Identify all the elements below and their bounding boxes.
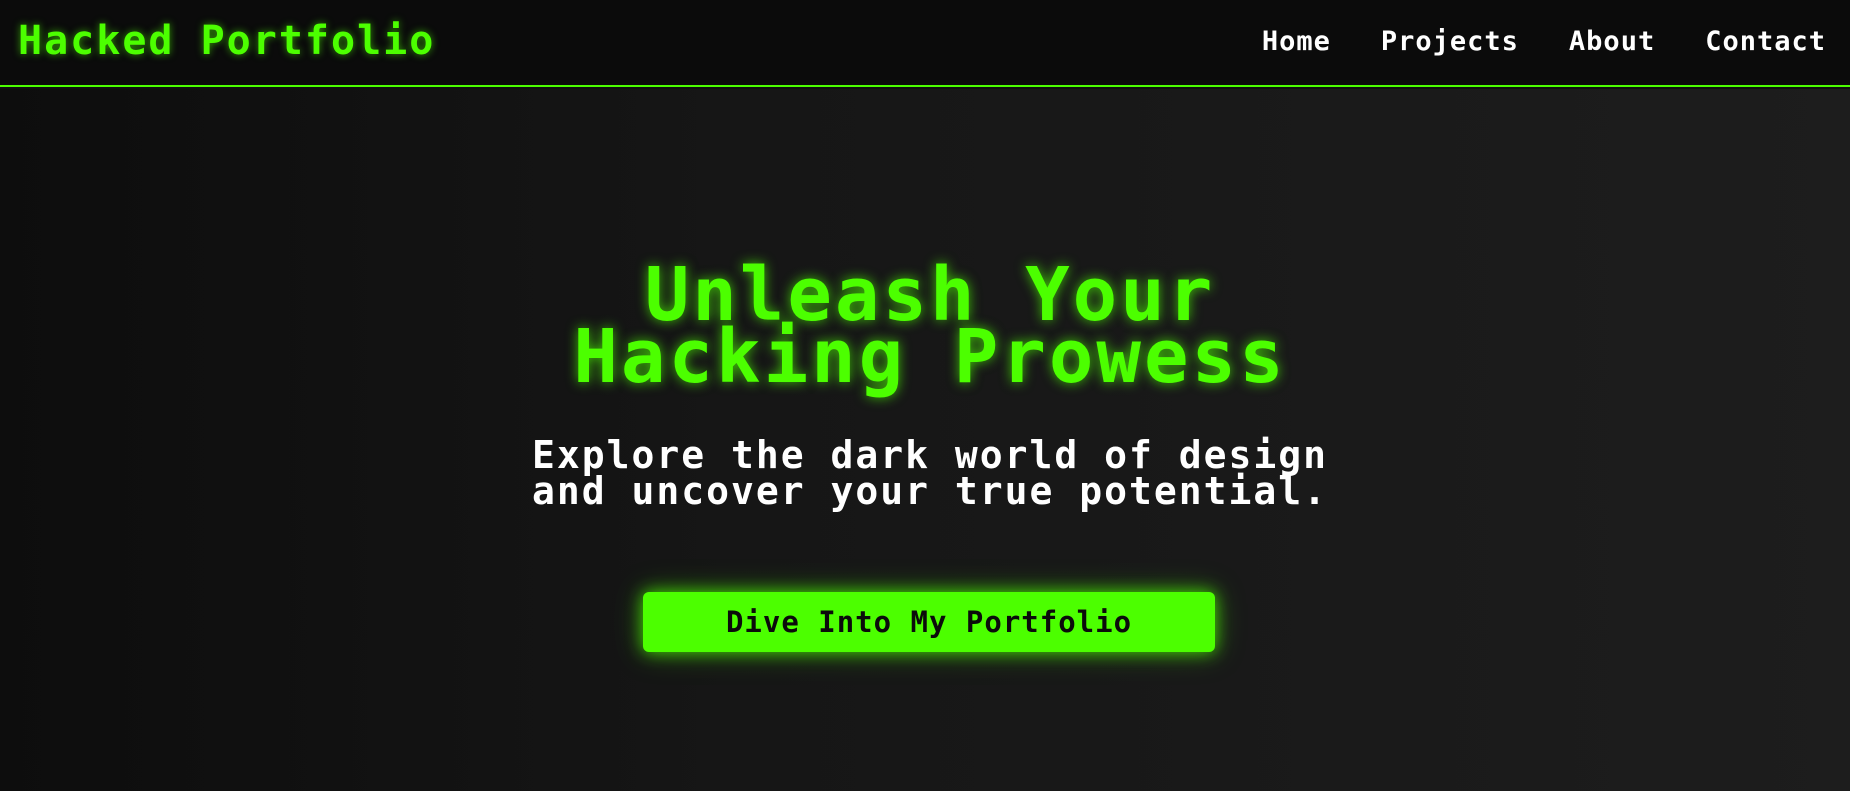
nav-link-about[interactable]: About	[1569, 26, 1655, 57]
hero-subtitle: Explore the dark world of design and unc…	[0, 433, 1850, 513]
hero-section: Unleash Your Hacking Prowess Explore the…	[0, 89, 1850, 791]
hero-title-line-2: Hacking Prowess	[573, 314, 1287, 400]
site-logo-text[interactable]: Hacked Portfolio	[18, 18, 435, 64]
main-nav: Home Projects About Contact	[1262, 26, 1826, 57]
hero-title: Unleash Your Hacking Prowess	[0, 258, 1850, 400]
dive-into-portfolio-button[interactable]: Dive Into My Portfolio	[643, 592, 1215, 652]
nav-link-home[interactable]: Home	[1262, 26, 1331, 57]
hero-subtitle-line-2: and uncover your true potential.	[531, 469, 1329, 513]
top-navigation-bar: Hacked Portfolio Home Projects About Con…	[0, 0, 1850, 87]
nav-link-contact[interactable]: Contact	[1705, 26, 1826, 57]
hero-subtitle-line-1: Explore the dark world of design	[531, 433, 1329, 477]
nav-link-projects[interactable]: Projects	[1381, 26, 1519, 57]
